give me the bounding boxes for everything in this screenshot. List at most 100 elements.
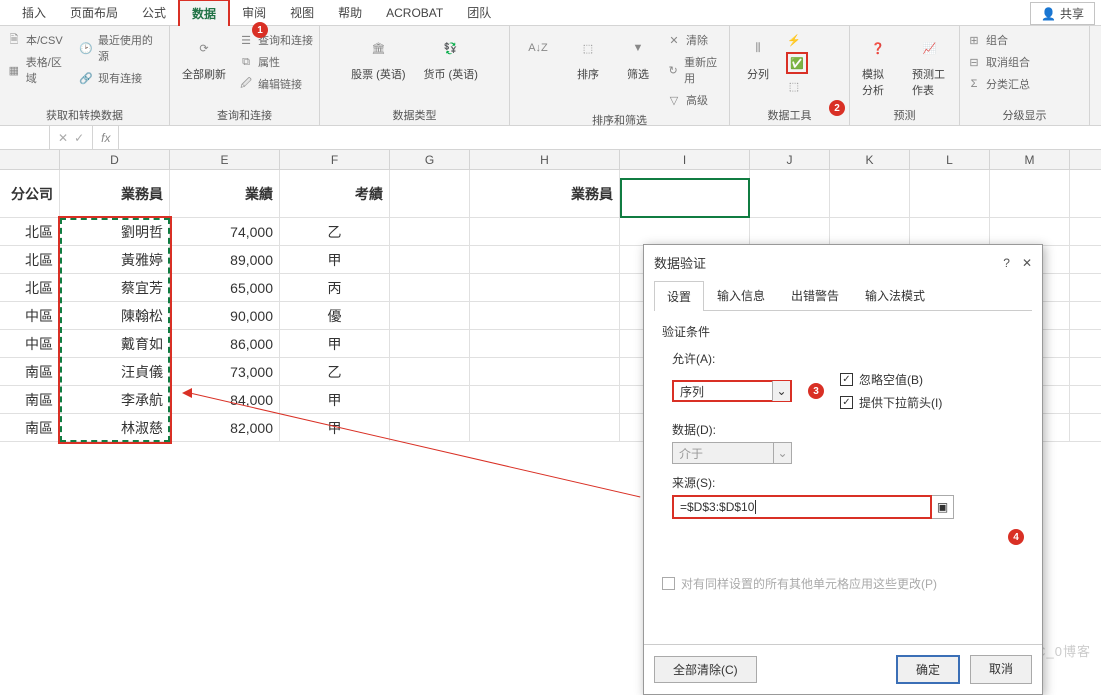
cell-d2[interactable]: 業務員 bbox=[60, 170, 170, 217]
rb-filter[interactable]: ▼筛选 bbox=[616, 30, 660, 84]
name-box[interactable] bbox=[0, 126, 50, 149]
dialog-tab-ime[interactable]: 输入法模式 bbox=[852, 280, 938, 310]
dialog-tab-error-alert[interactable]: 出错警告 bbox=[778, 280, 852, 310]
tab-view[interactable]: 视图 bbox=[278, 0, 326, 25]
cell[interactable]: 李承航 bbox=[60, 386, 170, 413]
cell-i2[interactable] bbox=[620, 170, 750, 217]
dialog-close-icon[interactable]: ✕ bbox=[1022, 256, 1032, 270]
cell[interactable]: 82,000 bbox=[170, 414, 280, 441]
rb-queries-conn[interactable]: ☰查询和连接 bbox=[238, 30, 313, 50]
cell[interactable]: 汪貞儀 bbox=[60, 358, 170, 385]
tab-page-layout[interactable]: 页面布局 bbox=[58, 0, 130, 25]
rb-edit-links[interactable]: 🖉编辑链接 bbox=[238, 74, 313, 94]
tab-help[interactable]: 帮助 bbox=[326, 0, 374, 25]
accept-formula-icon[interactable]: ✓ bbox=[74, 131, 84, 145]
rb-clear[interactable]: ✕清除 bbox=[666, 30, 723, 50]
cell[interactable]: 戴育如 bbox=[60, 330, 170, 357]
dialog-help-icon[interactable]: ? bbox=[1003, 256, 1010, 270]
col-header-I[interactable]: I bbox=[620, 150, 750, 169]
cell[interactable]: 甲 bbox=[280, 386, 390, 413]
rb-properties[interactable]: ⧉属性 bbox=[238, 52, 313, 72]
cell-e2[interactable]: 業績 bbox=[170, 170, 280, 217]
cell[interactable]: 南區 bbox=[0, 386, 60, 413]
col-header-D[interactable]: D bbox=[60, 150, 170, 169]
dialog-tab-input-msg[interactable]: 输入信息 bbox=[704, 280, 778, 310]
cell[interactable]: 劉明哲 bbox=[60, 218, 170, 245]
rb-text-to-columns[interactable]: ⫼分列 bbox=[736, 30, 780, 84]
cell[interactable]: 65,000 bbox=[170, 274, 280, 301]
ignore-blank-checkbox[interactable]: ✓忽略空值(B) bbox=[840, 371, 942, 388]
col-header-F[interactable]: F bbox=[280, 150, 390, 169]
share-button[interactable]: 👤 共享 bbox=[1030, 2, 1095, 25]
rb-whatif[interactable]: ❓模拟分析 bbox=[856, 30, 900, 100]
col-header-L[interactable]: L bbox=[910, 150, 990, 169]
tab-data[interactable]: 数据 bbox=[178, 0, 230, 26]
rb-ungroup[interactable]: ⊟取消组合 bbox=[966, 52, 1030, 72]
cell[interactable]: 黃雅婷 bbox=[60, 246, 170, 273]
rb-from-range[interactable]: ▦表格/区域 bbox=[6, 52, 72, 88]
cell[interactable]: 乙 bbox=[280, 358, 390, 385]
range-picker-button[interactable]: ▣ bbox=[932, 495, 954, 519]
rb-forecast[interactable]: 📈预测工作表 bbox=[906, 30, 953, 100]
col-header-M[interactable]: M bbox=[990, 150, 1070, 169]
cell[interactable]: 中區 bbox=[0, 330, 60, 357]
cancel-button[interactable]: 取消 bbox=[970, 655, 1032, 684]
col-header-J[interactable]: J bbox=[750, 150, 830, 169]
tab-acrobat[interactable]: ACROBAT bbox=[374, 2, 455, 24]
rb-stocks[interactable]: 🏛股票 (英语) bbox=[345, 30, 411, 84]
cell[interactable]: 74,000 bbox=[170, 218, 280, 245]
cell[interactable]: 林淑慈 bbox=[60, 414, 170, 441]
cancel-formula-icon[interactable]: ✕ bbox=[58, 131, 68, 145]
col-header-G[interactable]: G bbox=[390, 150, 470, 169]
cell[interactable]: 73,000 bbox=[170, 358, 280, 385]
cell-g2[interactable] bbox=[390, 170, 470, 217]
tab-team[interactable]: 团队 bbox=[455, 0, 503, 25]
cell[interactable]: 優 bbox=[280, 302, 390, 329]
ok-button[interactable]: 确定 bbox=[896, 655, 960, 684]
cell[interactable]: 北區 bbox=[0, 274, 60, 301]
tab-formulas[interactable]: 公式 bbox=[130, 0, 178, 25]
rb-subtotal[interactable]: Σ分类汇总 bbox=[966, 74, 1030, 94]
rb-sort[interactable]: ⬚排序 bbox=[566, 30, 610, 84]
rb-consolidate[interactable]: ⬚ bbox=[786, 76, 808, 96]
col-header-K[interactable]: K bbox=[830, 150, 910, 169]
clear-all-button[interactable]: 全部清除(C) bbox=[654, 656, 757, 683]
cell[interactable]: 90,000 bbox=[170, 302, 280, 329]
cell[interactable]: 甲 bbox=[280, 330, 390, 357]
dialog-tab-settings[interactable]: 设置 bbox=[654, 281, 704, 311]
cell-h2[interactable]: 業務員 bbox=[470, 170, 620, 217]
rb-existing[interactable]: 🔗现有连接 bbox=[78, 68, 163, 88]
cell[interactable]: 陳翰松 bbox=[60, 302, 170, 329]
rb-flash-fill[interactable]: ⚡ bbox=[786, 30, 808, 50]
tab-insert[interactable]: 插入 bbox=[10, 0, 58, 25]
cell[interactable]: 乙 bbox=[280, 218, 390, 245]
rb-group-rows[interactable]: ⊞组合 bbox=[966, 30, 1030, 50]
fx-icon[interactable]: fx bbox=[93, 126, 119, 149]
cell[interactable]: 86,000 bbox=[170, 330, 280, 357]
cell[interactable]: 北區 bbox=[0, 218, 60, 245]
cell[interactable]: 南區 bbox=[0, 358, 60, 385]
cell[interactable]: 南區 bbox=[0, 414, 60, 441]
dropdown-arrow-checkbox[interactable]: ✓提供下拉箭头(I) bbox=[840, 394, 942, 411]
cell[interactable]: 蔡宜芳 bbox=[60, 274, 170, 301]
cell[interactable]: 中區 bbox=[0, 302, 60, 329]
rb-from-csv[interactable]: 🗎本/CSV bbox=[6, 30, 72, 50]
cell[interactable]: 丙 bbox=[280, 274, 390, 301]
allow-dropdown[interactable]: 序列 ⌄ bbox=[672, 380, 792, 402]
cell[interactable]: 89,000 bbox=[170, 246, 280, 273]
tab-review[interactable]: 审阅 bbox=[230, 0, 278, 25]
cell[interactable]: 北區 bbox=[0, 246, 60, 273]
rb-advanced[interactable]: ▽高级 bbox=[666, 90, 723, 110]
rb-refresh-all[interactable]: ⟳ 全部刷新 bbox=[176, 30, 232, 84]
rb-recent[interactable]: 🕑最近使用的源 bbox=[78, 30, 163, 66]
rb-sort-az[interactable]: A↓Z bbox=[516, 30, 560, 66]
rb-data-validation[interactable]: ✅ bbox=[786, 52, 808, 74]
col-header-H[interactable]: H bbox=[470, 150, 620, 169]
cell-f2[interactable]: 考績 bbox=[280, 170, 390, 217]
col-header-E[interactable]: E bbox=[170, 150, 280, 169]
cell[interactable]: 甲 bbox=[280, 246, 390, 273]
cell-c2[interactable]: 分公司 bbox=[0, 170, 60, 217]
rb-currency[interactable]: 💱货币 (英语) bbox=[418, 30, 484, 84]
rb-reapply[interactable]: ↻重新应用 bbox=[666, 52, 723, 88]
source-input[interactable]: =$D$3:$D$10 bbox=[672, 495, 932, 519]
